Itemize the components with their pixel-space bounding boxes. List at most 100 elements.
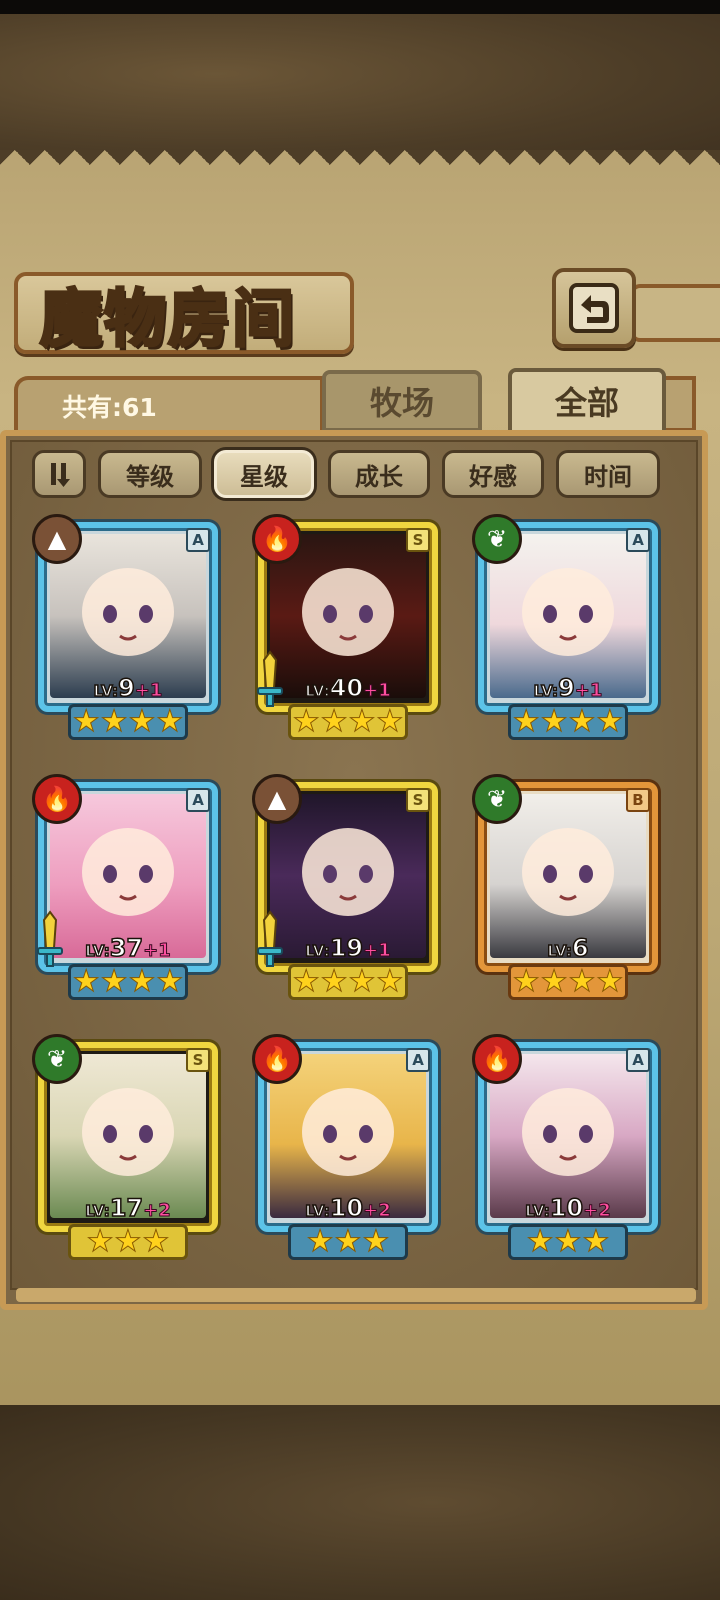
star-rating: ★ ★ ★ <box>508 1224 628 1260</box>
level-label: LV:17+2 <box>85 1193 172 1223</box>
level-bonus: +1 <box>574 680 603 702</box>
tab-ranch[interactable]: 牧场 <box>322 370 482 432</box>
star-icon: ★ <box>376 964 404 999</box>
star-rating: ★ ★ ★ ★ <box>68 964 188 1000</box>
star-icon: ★ <box>100 704 128 739</box>
star-icon: ★ <box>540 704 568 739</box>
level-label: LV:37+1 <box>85 933 172 963</box>
monster-card[interactable]: A 🔥 LV:10+2 ★ ★ ★ <box>472 1034 664 1260</box>
level-bonus: +1 <box>143 940 172 962</box>
star-icon: ★ <box>72 704 100 739</box>
tab-all[interactable]: 全部 <box>508 368 666 434</box>
star-icon: ★ <box>362 1224 390 1259</box>
rank-badge: S <box>406 788 430 812</box>
rank-badge: A <box>626 528 650 552</box>
star-icon: ★ <box>100 964 128 999</box>
rank-badge: A <box>186 788 210 812</box>
star-icon: ★ <box>142 1224 170 1259</box>
rank-badge: B <box>626 788 650 812</box>
monster-card[interactable]: A ❦ LV:9+1 ★ ★ ★ ★ <box>472 514 664 740</box>
star-icon: ★ <box>128 964 156 999</box>
earth-element-icon: ▲ <box>32 514 82 564</box>
star-icon: ★ <box>320 964 348 999</box>
level-label: LV:40+1 <box>305 673 392 703</box>
monster-card[interactable]: S ▲ LV:19+1 ★ ★ ★ ★ <box>252 774 444 1000</box>
star-rating: ★ ★ ★ ★ <box>68 704 188 740</box>
star-icon: ★ <box>114 1224 142 1259</box>
rank-badge: A <box>626 1048 650 1072</box>
level-bonus: +2 <box>143 1200 172 1222</box>
star-rating: ★ ★ ★ ★ <box>288 964 408 1000</box>
sort-button-level[interactable]: 等级 <box>98 450 202 498</box>
star-icon: ★ <box>156 704 184 739</box>
rank-badge: S <box>406 528 430 552</box>
back-button-rail <box>630 284 720 342</box>
panel-footer-rail <box>16 1288 696 1302</box>
monster-card[interactable]: S 🔥 LV:40+1 ★ ★ ★ ★ <box>252 514 444 740</box>
monster-card[interactable]: A 🔥 LV:10+2 ★ ★ ★ <box>252 1034 444 1260</box>
wood-element-icon: ❦ <box>472 774 522 824</box>
sort-button-affection[interactable]: 好感 <box>442 450 544 498</box>
star-icon: ★ <box>526 1224 554 1259</box>
sort-button-label: 等级 <box>126 462 174 491</box>
star-icon: ★ <box>540 964 568 999</box>
sort-button-growth[interactable]: 成长 <box>328 450 430 498</box>
fire-element-icon: 🔥 <box>472 1034 522 1084</box>
star-rating: ★ ★ ★ ★ <box>508 964 628 1000</box>
sort-order-icon <box>51 463 70 487</box>
map-background-top <box>0 14 720 164</box>
level-label: LV:9+1 <box>93 673 163 703</box>
back-button[interactable] <box>552 268 636 348</box>
monster-card[interactable]: S ❦ LV:17+2 ★ ★ ★ <box>32 1034 224 1260</box>
sort-button-label: 好感 <box>469 462 517 491</box>
sort-button-time[interactable]: 时间 <box>556 450 660 498</box>
monster-card[interactable]: B ❦ LV:6 ★ ★ ★ ★ <box>472 774 664 1000</box>
star-icon: ★ <box>156 964 184 999</box>
star-icon: ★ <box>86 1224 114 1259</box>
star-icon: ★ <box>348 704 376 739</box>
rank-badge: A <box>406 1048 430 1072</box>
star-icon: ★ <box>128 704 156 739</box>
star-icon: ★ <box>582 1224 610 1259</box>
star-icon: ★ <box>292 704 320 739</box>
status-bar <box>0 0 720 14</box>
fire-element-icon: 🔥 <box>252 514 302 564</box>
level-bonus: +2 <box>583 1200 612 1222</box>
star-icon: ★ <box>568 704 596 739</box>
star-icon: ★ <box>292 964 320 999</box>
level-label: LV:10+2 <box>305 1193 392 1223</box>
total-count: 共有:61 <box>62 393 157 422</box>
star-rating: ★ ★ ★ <box>288 1224 408 1260</box>
wood-element-icon: ❦ <box>32 1034 82 1084</box>
star-icon: ★ <box>512 964 540 999</box>
total-count-bar <box>14 376 324 432</box>
level-bonus: +1 <box>363 940 392 962</box>
level-label: LV:6 <box>547 933 590 963</box>
monster-card[interactable]: A 🔥 LV:37+1 ★ ★ ★ ★ <box>32 774 224 1000</box>
rank-badge: A <box>186 528 210 552</box>
star-icon: ★ <box>554 1224 582 1259</box>
fire-element-icon: 🔥 <box>32 774 82 824</box>
tab-all-label: 全部 <box>554 384 619 422</box>
star-rating: ★ ★ ★ <box>68 1224 188 1260</box>
level-bonus: +1 <box>363 680 392 702</box>
sort-button-label: 星级 <box>240 462 288 491</box>
level-bonus: +1 <box>134 680 163 702</box>
star-icon: ★ <box>512 704 540 739</box>
sort-button-label: 成长 <box>355 462 403 491</box>
rank-badge: S <box>186 1048 210 1072</box>
star-icon: ★ <box>596 964 624 999</box>
star-icon: ★ <box>334 1224 362 1259</box>
sort-order-toggle[interactable] <box>32 450 86 498</box>
tab-rail-right <box>666 376 696 432</box>
level-label: LV:9+1 <box>533 673 603 703</box>
back-arrow-icon <box>569 283 619 333</box>
star-rating: ★ ★ ★ ★ <box>508 704 628 740</box>
star-icon: ★ <box>596 704 624 739</box>
earth-element-icon: ▲ <box>252 774 302 824</box>
monster-card[interactable]: A ▲ LV:9+1 ★ ★ ★ ★ <box>32 514 224 740</box>
sort-button-stars[interactable]: 星级 <box>214 450 314 498</box>
page-title: 魔物房间 <box>38 281 297 357</box>
star-icon: ★ <box>348 964 376 999</box>
star-icon: ★ <box>72 964 100 999</box>
